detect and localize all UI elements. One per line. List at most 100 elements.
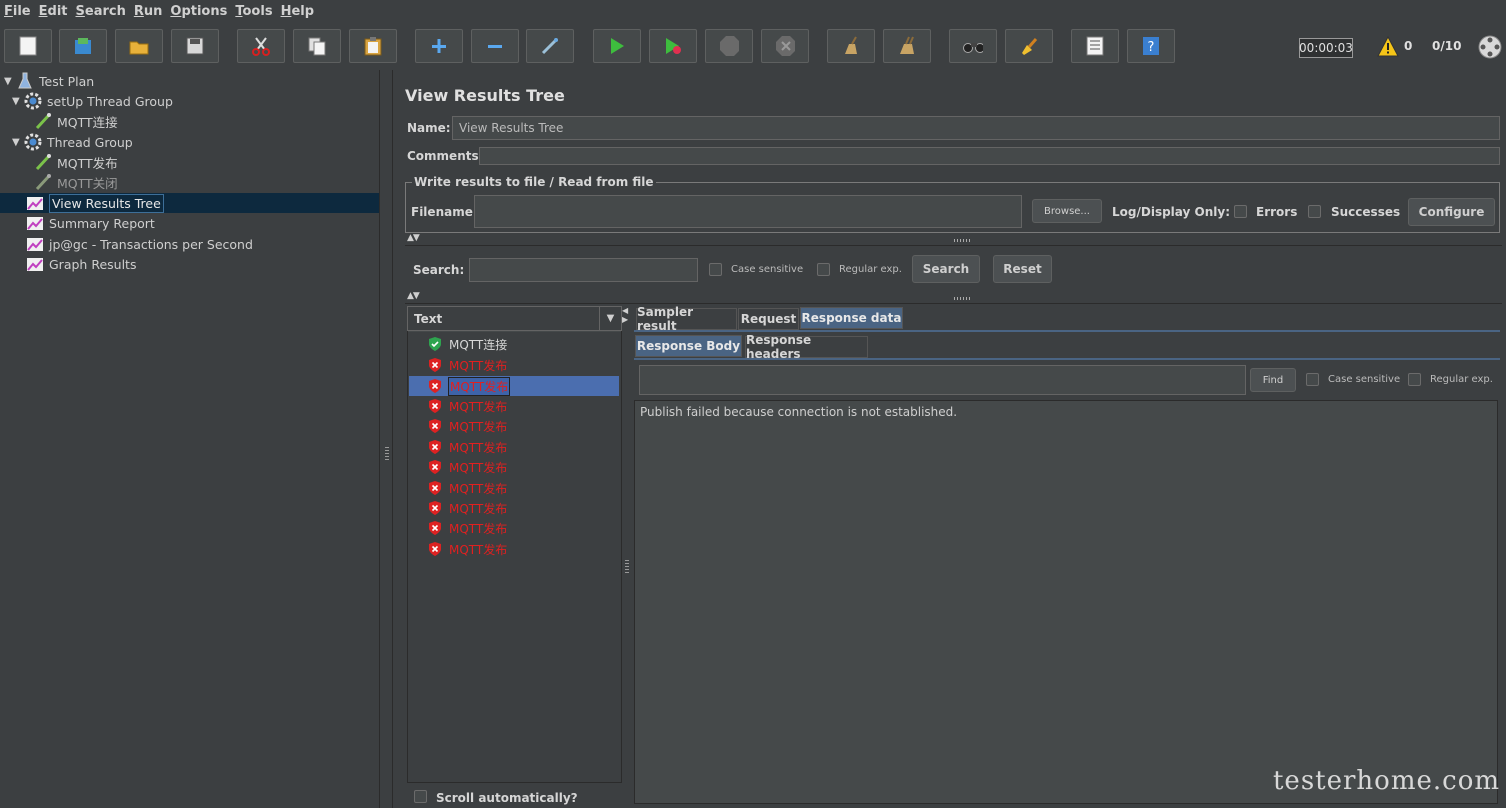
tree-node-mqtt-close[interactable]: MQTT关闭 (34, 172, 118, 192)
start-button[interactable] (593, 29, 641, 63)
paste-button[interactable] (349, 29, 397, 63)
expanded-arrow-icon[interactable]: ▼ (12, 137, 22, 148)
tab-sampler-result[interactable]: Sampler result (636, 305, 737, 333)
clear-all-button[interactable] (883, 29, 931, 63)
minus-icon (485, 36, 505, 56)
tree-node-thread-group[interactable]: ▼ Thread Group (12, 132, 133, 152)
tree-node-setup-thread-group[interactable]: ▼ setUp Thread Group (12, 91, 173, 111)
reset-button[interactable]: Reset (993, 255, 1052, 283)
start-no-pauses-button[interactable] (649, 29, 697, 63)
filename-field[interactable] (474, 195, 1022, 228)
chevron-down-icon[interactable]: ▼ (599, 307, 621, 330)
result-item[interactable]: MQTT发布 (428, 518, 508, 538)
result-item[interactable]: MQTT发布 (428, 437, 508, 457)
find-regular-exp-checkbox[interactable] (1408, 373, 1421, 386)
menu-search[interactable]: Search (75, 4, 133, 19)
regular-exp-label: Regular exp. (839, 264, 902, 275)
expanded-arrow-icon[interactable]: ▼ (4, 76, 14, 87)
new-button[interactable] (4, 29, 52, 63)
copy-button[interactable] (293, 29, 341, 63)
result-item[interactable]: MQTT发布 (428, 498, 508, 518)
result-item[interactable]: MQTT发布 (428, 539, 508, 559)
comments-field[interactable] (479, 147, 1500, 165)
menu-edit[interactable]: Edit (38, 4, 75, 19)
menu-help[interactable]: Help (280, 4, 321, 19)
search-input[interactable] (469, 258, 698, 282)
result-item[interactable]: MQTT发布 (428, 396, 508, 416)
tab-response-data[interactable]: Response data (800, 307, 903, 329)
results-splitter[interactable]: ◀ ▶ (622, 306, 632, 808)
play-icon (607, 36, 627, 56)
result-item[interactable]: MQTT发布 (428, 478, 508, 498)
search-label: Search: (413, 263, 465, 277)
warning-icon[interactable] (1377, 36, 1399, 58)
menu-file[interactable]: File (3, 4, 38, 19)
error-shield-icon (429, 521, 441, 535)
splitter-arrows-icon[interactable]: ◀ ▶ (622, 306, 632, 324)
listener-chart-icon (26, 214, 44, 232)
open-button[interactable] (115, 29, 163, 63)
shutdown-button[interactable] (761, 29, 809, 63)
error-shield-icon (429, 419, 441, 433)
result-item-selected[interactable]: MQTT发布 (428, 376, 511, 396)
new-file-icon (18, 36, 38, 56)
stop-button[interactable] (705, 29, 753, 63)
tree-node-mqtt-connect[interactable]: MQTT连接 (34, 111, 118, 131)
find-regular-exp-label: Regular exp. (1430, 374, 1493, 385)
menu-run[interactable]: Run (133, 4, 170, 19)
expand-all-button[interactable] (415, 29, 463, 63)
response-body-area[interactable] (634, 400, 1498, 804)
panel-title: View Results Tree (405, 86, 565, 105)
warning-count: 0 (1404, 39, 1413, 53)
tree-node-test-plan[interactable]: ▼ Test Plan (4, 71, 94, 91)
elapsed-time: 00:00:03 (1299, 38, 1353, 58)
configure-button[interactable]: Configure (1408, 198, 1495, 226)
search-button[interactable]: Search (912, 255, 980, 283)
expanded-arrow-icon[interactable]: ▼ (12, 96, 22, 107)
renderer-select[interactable]: Text ▼ (407, 306, 622, 331)
menu-options[interactable]: Options (169, 4, 234, 19)
regular-exp-checkbox[interactable] (817, 263, 830, 276)
search-button-toolbar[interactable] (949, 29, 997, 63)
successes-checkbox[interactable] (1308, 205, 1321, 218)
scroll-auto-checkbox[interactable] (414, 790, 427, 803)
browse-button[interactable]: Browse... (1032, 199, 1102, 223)
result-item[interactable]: MQTT发布 (428, 416, 508, 436)
tab-response-headers[interactable]: Response headers (745, 333, 868, 361)
case-sensitive-checkbox[interactable] (709, 263, 722, 276)
function-helper-button[interactable] (1071, 29, 1119, 63)
flask-icon (16, 72, 34, 90)
cut-button[interactable] (237, 29, 285, 63)
tree-node-mqtt-publish[interactable]: MQTT发布 (34, 152, 118, 172)
find-button[interactable]: Find (1250, 368, 1296, 392)
name-field[interactable]: View Results Tree (452, 116, 1500, 140)
divider-grip-icon[interactable] (954, 239, 970, 242)
result-item[interactable]: MQTT发布 (428, 355, 508, 375)
tree-node-view-results-tree[interactable]: View Results Tree (26, 193, 164, 213)
plus-icon (429, 36, 449, 56)
divider-grip-icon[interactable] (954, 297, 970, 300)
tree-node-transactions-per-second[interactable]: jp@gc - Transactions per Second (26, 234, 253, 254)
find-case-sensitive-checkbox[interactable] (1306, 373, 1319, 386)
clear-button[interactable] (827, 29, 875, 63)
find-input[interactable] (639, 365, 1246, 395)
tree-node-graph-results[interactable]: Graph Results (26, 254, 136, 274)
templates-button[interactable] (59, 29, 107, 63)
tree-node-summary-report[interactable]: Summary Report (26, 213, 155, 233)
tab-response-body[interactable]: Response Body (635, 335, 742, 357)
reset-search-button[interactable] (1005, 29, 1053, 63)
save-button[interactable] (171, 29, 219, 63)
collapse-arrows-icon[interactable]: ▲▼ (407, 291, 420, 301)
menu-tools[interactable]: Tools (234, 4, 279, 19)
toggle-button[interactable] (526, 29, 574, 63)
splitter-grip-icon[interactable] (625, 560, 629, 574)
splitter-grip-icon[interactable] (385, 447, 389, 461)
main-splitter[interactable] (381, 70, 393, 808)
help-button[interactable]: ? (1127, 29, 1175, 63)
errors-checkbox[interactable] (1234, 205, 1247, 218)
tab-request[interactable]: Request (738, 308, 799, 330)
collapse-all-button[interactable] (471, 29, 519, 63)
result-item[interactable]: MQTT连接 (428, 334, 508, 354)
result-item[interactable]: MQTT发布 (428, 457, 508, 477)
collapse-arrows-icon[interactable]: ▲▼ (407, 233, 420, 243)
